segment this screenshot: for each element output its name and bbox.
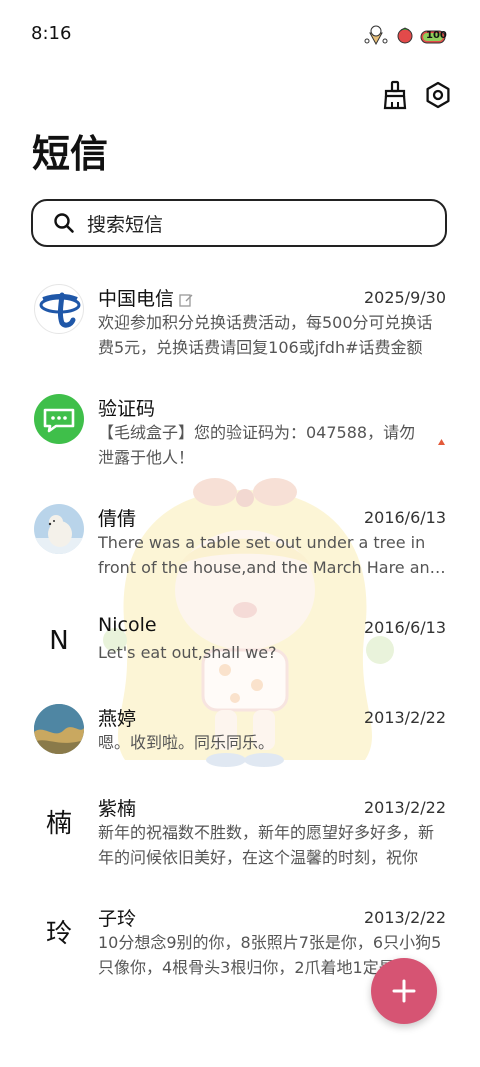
conversation-name: 倩倩 <box>98 508 137 530</box>
plus-icon <box>392 979 416 1003</box>
broom-icon <box>383 80 407 110</box>
ocean-photo-avatar-icon <box>34 704 84 754</box>
avatar <box>34 394 84 444</box>
conversation-row[interactable]: 验证码 【毛绒盒子】您的验证码为：047588，请勿泄露于他人！ <box>0 378 480 486</box>
conversation-row[interactable]: 楠 紫楠 2013/2/22 新年的祝福数不胜数，新年的愿望好多好多，新年的问候… <box>0 778 480 886</box>
clean-button[interactable] <box>378 78 412 112</box>
status-icons: 100 <box>364 25 448 49</box>
page-title: 短信 <box>32 132 109 176</box>
avatar-letter: N <box>49 626 69 656</box>
conversation-date: 2013/2/22 <box>363 798 446 817</box>
conversation-name: 紫楠 <box>98 798 137 820</box>
conversation-row[interactable]: 倩倩 2016/6/13 There was a table set out u… <box>0 488 480 596</box>
conversation-preview: 新年的祝福数不胜数，新年的愿望好多好多，新年的问候依旧美好，在这个温馨的时刻，祝… <box>98 823 435 867</box>
strawberry-sticker-icon <box>396 26 414 48</box>
conversation-date: 2013/2/22 <box>363 908 446 927</box>
status-bar: 8:16 100 <box>0 0 480 68</box>
battery-icon: 100 <box>420 29 448 45</box>
battery-level: 100 <box>426 30 447 41</box>
conversation-name: Nicole <box>98 614 157 636</box>
edit-draft-icon <box>179 293 193 307</box>
conversation-date: 2016/6/13 <box>363 618 446 637</box>
conversation-preview: 欢迎参加积分兑换话费活动，每500分可兑换话费5元，兑换话费请回复106或jfd… <box>98 313 433 357</box>
notification-indicator-icon <box>438 439 445 445</box>
avatar <box>34 704 84 754</box>
avatar <box>34 284 84 334</box>
conversation-preview: 嗯。收到啦。同乐同乐。 <box>98 733 275 752</box>
polar-bear-avatar-icon <box>34 515 84 554</box>
conversation-date: 2025/9/30 <box>363 288 446 307</box>
status-time: 8:16 <box>31 23 72 44</box>
conversation-date: 2013/2/22 <box>363 708 446 727</box>
new-message-button[interactable] <box>371 958 437 1024</box>
conversation-row[interactable]: 中国电信 2025/9/30 欢迎参加积分兑换话费活动，每500分可兑换话费5元… <box>0 268 480 376</box>
ice-cream-sticker-icon <box>364 25 390 49</box>
avatar-letter: 玲 <box>45 918 72 949</box>
avatar-letter: 楠 <box>45 808 72 839</box>
conversation-preview: 【毛绒盒子】您的验证码为：047588，请勿泄露于他人！ <box>98 423 416 467</box>
conversation-name: 验证码 <box>98 398 156 420</box>
message-bubble-icon <box>43 408 75 433</box>
search-icon <box>54 213 74 233</box>
conversation-name-text: 中国电信 <box>98 288 175 310</box>
conversation-name: 子玲 <box>98 908 137 930</box>
search-bar[interactable]: 搜索短信 <box>31 199 447 247</box>
conversation-name: 燕婷 <box>98 708 137 730</box>
gear-icon <box>426 81 450 109</box>
avatar <box>34 504 84 554</box>
conversation-preview: There was a table set out under a tree i… <box>98 533 440 577</box>
conversation-name: 中国电信 <box>98 284 194 311</box>
search-placeholder: 搜索短信 <box>87 213 164 236</box>
conversation-preview: Let's eat out,shall we? <box>98 643 277 662</box>
china-telecom-logo-icon <box>39 292 81 328</box>
settings-button[interactable] <box>421 78 455 112</box>
conversation-date: 2016/6/13 <box>363 508 446 527</box>
